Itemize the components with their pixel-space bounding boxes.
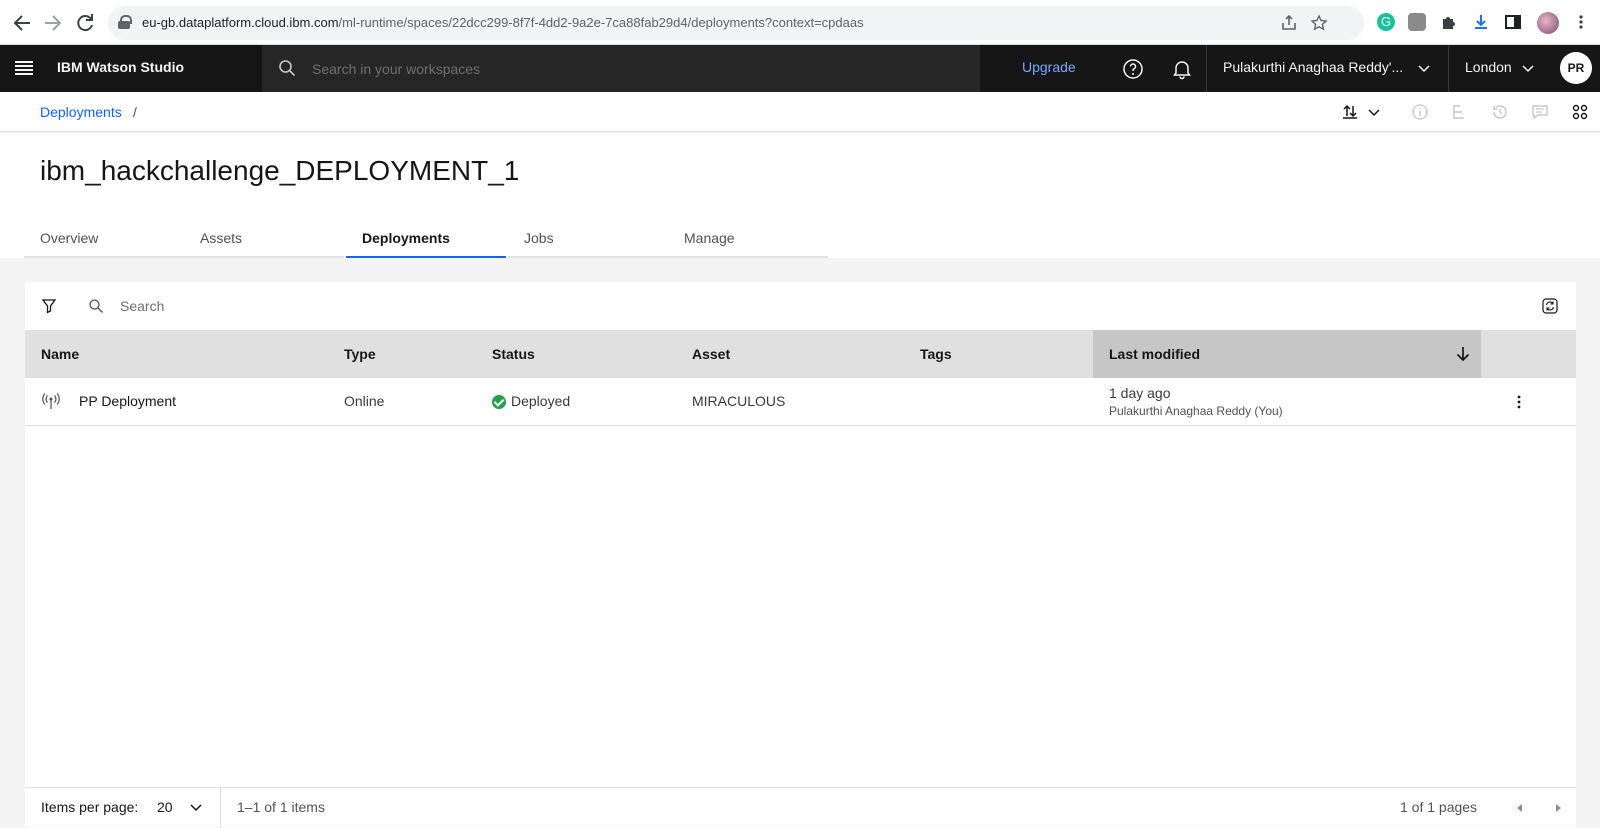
column-header-asset[interactable]: Asset: [676, 330, 904, 378]
checkmark-success-icon: [492, 395, 506, 409]
url-host: eu-gb.dataplatform.cloud.ibm.com: [142, 15, 339, 30]
forward-arrow-icon[interactable]: [41, 11, 65, 35]
column-header-name[interactable]: Name: [25, 330, 328, 378]
deployment-type: Online: [344, 393, 385, 409]
breadcrumb-deployments[interactable]: Deployments: [40, 104, 122, 120]
cell-name: PP Deployment: [25, 378, 328, 426]
url-text: eu-gb.dataplatform.cloud.ibm.com/ml-runt…: [142, 15, 864, 30]
column-header-last-modified[interactable]: Last modified: [1093, 330, 1481, 378]
tab-manage[interactable]: Manage: [668, 221, 828, 258]
chevron-down-icon: [1418, 65, 1430, 73]
column-header-status[interactable]: Status: [476, 330, 676, 378]
download-icon[interactable]: [1472, 13, 1490, 31]
column-header-type[interactable]: Type: [328, 330, 476, 378]
notification-bell-icon[interactable]: [1170, 57, 1194, 81]
kebab-menu-icon[interactable]: [1572, 13, 1590, 31]
profile-avatar[interactable]: [1537, 12, 1559, 34]
region-name: London: [1465, 59, 1512, 75]
cell-last-modified: 1 day ago Pulakurthi Anaghaa Reddy (You): [1093, 378, 1481, 426]
back-arrow-icon[interactable]: [10, 11, 34, 35]
refresh-icon[interactable]: [1542, 298, 1558, 314]
side-panel-icon[interactable]: [1504, 13, 1522, 31]
next-page-icon[interactable]: [1550, 800, 1566, 816]
grammarly-extension-icon[interactable]: G: [1377, 13, 1395, 31]
online-deployment-antenna-icon: [42, 393, 60, 409]
cell-type: Online: [328, 378, 476, 426]
deployment-name-link[interactable]: PP Deployment: [79, 393, 176, 409]
last-modified-time: 1 day ago: [1109, 385, 1171, 401]
breadcrumb: Deployments /: [0, 92, 1600, 132]
pagination-divider: [220, 788, 221, 828]
reload-icon[interactable]: [73, 11, 97, 35]
item-range: 1–1 of 1 items: [237, 799, 325, 815]
pagination: Items per page: 20 1–1 of 1 items 1 of 1…: [25, 787, 1576, 828]
previous-page-icon[interactable]: [1512, 800, 1528, 816]
workspace-search-input[interactable]: [312, 45, 952, 92]
asset-name: MIRACULOUS: [692, 393, 786, 409]
product-name[interactable]: IBM Watson Studio: [57, 59, 184, 75]
account-name: Pulakurthi Anaghaa Reddy'...: [1223, 59, 1404, 75]
tab-deployments[interactable]: Deployments: [346, 221, 506, 258]
lock-icon: [118, 15, 132, 29]
import-export-icon[interactable]: [1340, 102, 1360, 122]
apps-grid-icon[interactable]: [1570, 102, 1590, 122]
tab-assets[interactable]: Assets: [184, 221, 344, 258]
tab-jobs[interactable]: Jobs: [508, 221, 668, 258]
app-header: IBM Watson Studio Upgrade Pulakurthi Ana…: [0, 45, 1600, 92]
url-path: /ml-runtime/spaces/22dcc299-8f7f-4dd2-9a…: [338, 15, 864, 30]
table-header: Name Type Status Asset Tags Last modifie…: [25, 330, 1576, 378]
user-avatar[interactable]: PR: [1560, 52, 1592, 84]
cell-status: Deployed: [476, 378, 676, 426]
cell-asset: MIRACULOUS: [676, 378, 904, 426]
search-icon: [279, 60, 296, 77]
hierarchy-icon[interactable]: [1450, 102, 1470, 122]
chevron-down-icon: [1522, 65, 1534, 73]
column-header-tags[interactable]: Tags: [904, 330, 1093, 378]
upgrade-link[interactable]: Upgrade: [1022, 59, 1076, 75]
hamburger-menu-icon[interactable]: [15, 61, 33, 75]
workspace-search[interactable]: [262, 45, 980, 92]
page-title: ibm_hackchallenge_DEPLOYMENT_1: [40, 155, 520, 186]
items-per-page-label: Items per page:: [41, 799, 139, 815]
overflow-menu-icon[interactable]: [1511, 394, 1527, 410]
cell-tags: [904, 378, 1093, 426]
page-header: ibm_hackchallenge_DEPLOYMENT_1 Overview …: [0, 133, 1600, 258]
search-icon: [89, 299, 103, 313]
filter-icon[interactable]: [41, 298, 57, 314]
puzzle-extensions-icon[interactable]: [1440, 13, 1458, 31]
modified-by: Pulakurthi Anaghaa Reddy (You): [1109, 404, 1283, 418]
chevron-down-icon[interactable]: [189, 800, 203, 814]
sort-descending-arrow-icon: [1456, 347, 1470, 362]
page-count: 1 of 1 pages: [1400, 799, 1478, 815]
status-badge: Deployed: [511, 393, 571, 409]
region-switcher[interactable]: London: [1448, 45, 1548, 92]
column-header-last-modified-label: Last modified: [1109, 346, 1201, 362]
breadcrumb-separator: /: [133, 104, 137, 120]
chevron-down-icon[interactable]: [1364, 102, 1384, 122]
address-bar[interactable]: eu-gb.dataplatform.cloud.ibm.com/ml-runt…: [108, 6, 1364, 40]
comment-icon[interactable]: [1530, 102, 1550, 122]
table-search-input[interactable]: [120, 290, 1420, 322]
tab-overview[interactable]: Overview: [24, 221, 184, 258]
deployments-table: Name Type Status Asset Tags Last modifie…: [25, 282, 1576, 828]
help-icon[interactable]: [1121, 57, 1145, 81]
bookmark-star-icon[interactable]: [1310, 14, 1328, 32]
extension-icon[interactable]: [1408, 13, 1426, 31]
items-per-page-select[interactable]: 20: [157, 799, 173, 815]
account-switcher[interactable]: Pulakurthi Anaghaa Reddy'...: [1206, 45, 1448, 92]
share-icon[interactable]: [1280, 14, 1298, 32]
history-icon[interactable]: [1490, 102, 1510, 122]
browser-toolbar: eu-gb.dataplatform.cloud.ibm.com/ml-runt…: [0, 0, 1600, 45]
info-icon[interactable]: [1410, 102, 1430, 122]
table-toolbar: [25, 282, 1576, 330]
table-row[interactable]: PP Deployment Online Deployed MIRACULOUS…: [25, 378, 1576, 426]
